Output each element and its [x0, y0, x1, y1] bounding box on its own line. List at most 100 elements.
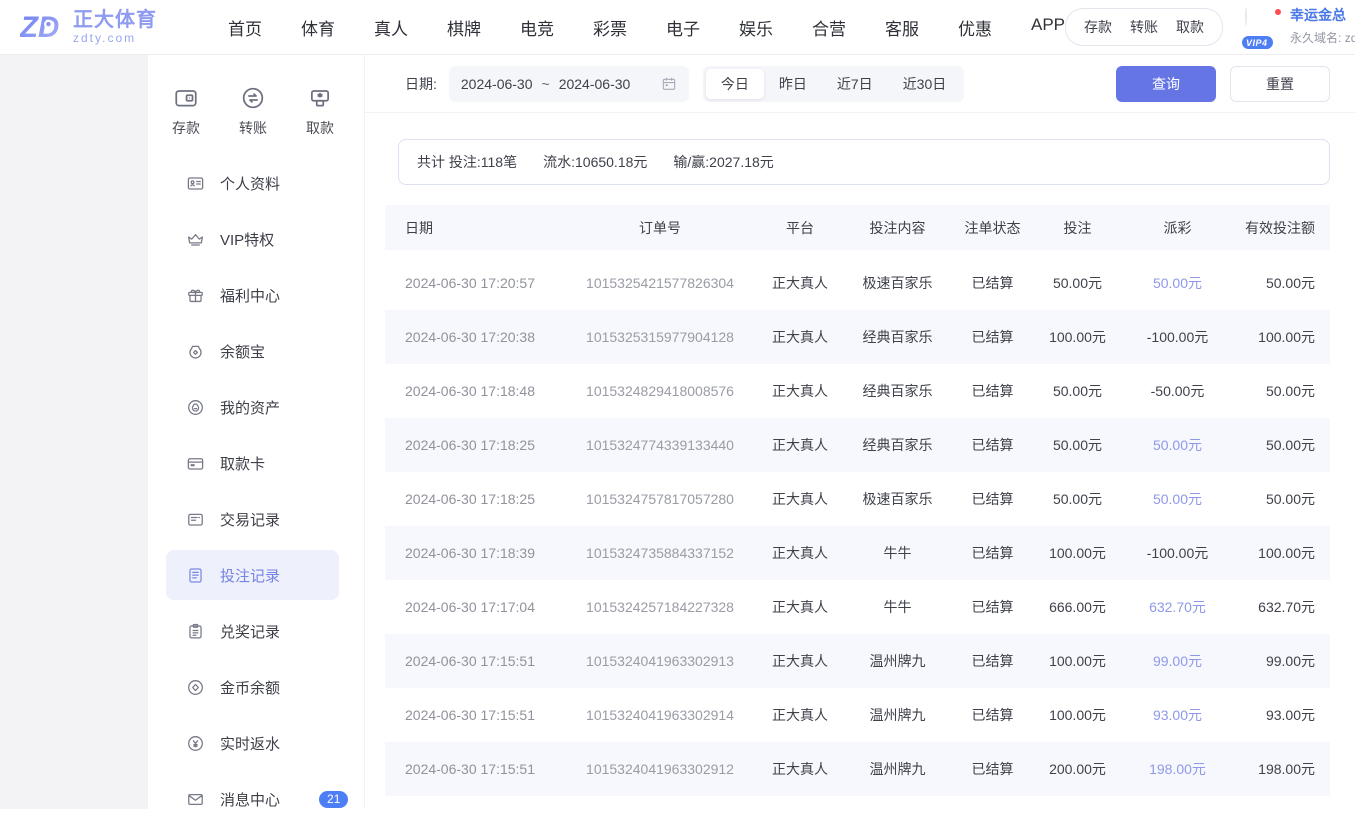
- username[interactable]: 幸运金总: [1290, 5, 1346, 25]
- withdraw-icon: [307, 85, 333, 111]
- sidebar-item[interactable]: 消息中心21: [148, 771, 364, 827]
- wallet-pill: 存款转账取款: [1065, 8, 1223, 46]
- cell-bet-amount: 100.00元: [1035, 327, 1120, 347]
- sidebar: 存款转账取款 个人资料 VIP特权福利中心余额宝我的资产取款卡交易记录投注记录兑奖…: [148, 55, 365, 809]
- date-from-value: 2024-06-30: [461, 76, 533, 92]
- sidebar-item[interactable]: 福利中心: [148, 267, 364, 323]
- range-button[interactable]: 今日: [706, 69, 764, 99]
- column-header: 投注: [1035, 218, 1120, 238]
- sidebar-item[interactable]: 余额宝: [148, 323, 364, 379]
- range-button[interactable]: 昨日: [764, 69, 822, 99]
- nav-item[interactable]: 体育: [301, 15, 335, 40]
- wallet-action[interactable]: 存款: [1084, 17, 1112, 37]
- cell-bet-amount: 200.00元: [1035, 759, 1120, 779]
- cell-valid-bet: 50.00元: [1235, 489, 1330, 509]
- sidebar-item[interactable]: 兑奖记录: [148, 603, 364, 659]
- sidebar-item[interactable]: 个人资料: [148, 155, 364, 211]
- cell-date: 2024-06-30 17:18:39: [385, 545, 565, 561]
- sidebar-item-label: 个人资料: [220, 173, 280, 194]
- asset-icon: [186, 398, 205, 417]
- list-icon: [186, 510, 205, 529]
- nav-item[interactable]: 合营: [812, 15, 846, 40]
- quick-action[interactable]: 存款: [172, 85, 200, 147]
- table-row: 2024-06-30 17:15:511015324041963302914正大…: [385, 688, 1330, 742]
- cell-payout: -50.00元: [1120, 381, 1235, 401]
- quick-action-label: 取款: [306, 118, 334, 138]
- quick-range-group: 今日昨日近7日近30日: [703, 66, 964, 102]
- nav-item[interactable]: 优惠: [958, 15, 992, 40]
- notification-dot: [1274, 8, 1282, 16]
- cell-bet-amount: 100.00元: [1035, 651, 1120, 671]
- nav-item[interactable]: 电子: [666, 15, 700, 40]
- cell-date: 2024-06-30 17:17:04: [385, 599, 565, 615]
- cell-valid-bet: 632.70元: [1235, 597, 1330, 617]
- nav-item[interactable]: 真人: [374, 15, 408, 40]
- sidebar-quick-actions: 存款转账取款: [148, 85, 364, 147]
- bankcard-icon: [186, 454, 205, 473]
- nav-item[interactable]: 娱乐: [739, 15, 773, 40]
- cell-platform: 正大真人: [755, 273, 845, 293]
- nav-item[interactable]: 电竞: [520, 15, 554, 40]
- range-button[interactable]: 近30日: [888, 69, 962, 99]
- nav-item[interactable]: APP: [1031, 15, 1065, 40]
- date-range-input[interactable]: 2024-06-30 ~ 2024-06-30: [449, 66, 689, 102]
- cell-platform: 正大真人: [755, 705, 845, 725]
- sidebar-item[interactable]: 金币余额: [148, 659, 364, 715]
- cell-date: 2024-06-30 17:20:57: [385, 275, 565, 291]
- cell-payout: 50.00元: [1120, 489, 1235, 509]
- cell-order-no: 1015324829418008576: [565, 383, 755, 399]
- date-separator: ~: [542, 76, 550, 92]
- sidebar-item[interactable]: 交易记录: [148, 491, 364, 547]
- table-row: 2024-06-30 17:15:511015324041963302912正大…: [385, 742, 1330, 796]
- site-logo[interactable]: ZD 正大体育 zdty.com: [20, 8, 206, 46]
- sidebar-item-label: 实时返水: [220, 733, 280, 754]
- cell-valid-bet: 198.00元: [1235, 759, 1330, 779]
- calendar-icon: [661, 76, 677, 92]
- nav-item[interactable]: 棋牌: [447, 15, 481, 40]
- summary-winloss: 输/赢:2027.18元: [673, 152, 773, 172]
- sidebar-item-label: 取款卡: [220, 453, 265, 474]
- sidebar-item[interactable]: VIP特权: [148, 211, 364, 267]
- wallet-action[interactable]: 取款: [1176, 17, 1204, 37]
- sidebar-item-label: 福利中心: [220, 285, 280, 306]
- cell-bet-content: 极速百家乐: [845, 489, 950, 509]
- range-button[interactable]: 近7日: [822, 69, 888, 99]
- cell-bet-content: 经典百家乐: [845, 381, 950, 401]
- nav-item[interactable]: 彩票: [593, 15, 627, 40]
- cell-date: 2024-06-30 17:18:25: [385, 491, 565, 507]
- reset-button[interactable]: 重置: [1230, 66, 1330, 102]
- transfer-icon: [240, 85, 266, 111]
- user-block[interactable]: VIP4 幸运金总 总资产: 永久域名: zdty.com: [1245, 5, 1355, 49]
- cell-valid-bet: 50.00元: [1235, 381, 1330, 401]
- mail-icon: [186, 790, 205, 809]
- sidebar-item[interactable]: 投注记录: [166, 550, 339, 600]
- cell-order-no: 1015324735884337152: [565, 545, 755, 561]
- sidebar-item-label: 余额宝: [220, 341, 265, 362]
- page-layout: 存款转账取款 个人资料 VIP特权福利中心余额宝我的资产取款卡交易记录投注记录兑奖…: [0, 55, 1355, 809]
- quick-action[interactable]: 取款: [306, 85, 334, 147]
- wallet-action[interactable]: 转账: [1130, 17, 1158, 37]
- nav-item[interactable]: 首页: [228, 15, 262, 40]
- wallet-icon: [173, 85, 199, 111]
- summary-turnover: 流水:10650.18元: [543, 152, 647, 172]
- sidebar-item[interactable]: 我的资产: [148, 379, 364, 435]
- permanent-domain-note: 永久域名: zdty.com: [1290, 31, 1355, 45]
- header-right: 存款转账取款 VIP4 幸运金总 总资产: 永久域名: zdty.com: [1065, 5, 1355, 49]
- sidebar-item[interactable]: 取款卡: [148, 435, 364, 491]
- cell-date: 2024-06-30 17:18:25: [385, 437, 565, 453]
- cell-bet-amount: 50.00元: [1035, 273, 1120, 293]
- cell-payout: 99.00元: [1120, 651, 1235, 671]
- search-button[interactable]: 查询: [1116, 66, 1216, 102]
- sidebar-item-label: 消息中心: [220, 789, 280, 810]
- avatar[interactable]: VIP4: [1245, 8, 1281, 46]
- cell-platform: 正大真人: [755, 435, 845, 455]
- cell-payout: 198.00元: [1120, 759, 1235, 779]
- cell-order-no: 1015324757817057280: [565, 491, 755, 507]
- sidebar-item-label: 兑奖记录: [220, 621, 280, 642]
- table-body: 2024-06-30 17:20:571015325421577826304正大…: [385, 256, 1330, 796]
- sidebar-item[interactable]: 实时返水: [148, 715, 364, 771]
- nav-item[interactable]: 客服: [885, 15, 919, 40]
- logo-text: 正大体育 zdty.com: [73, 9, 157, 45]
- quick-action[interactable]: 转账: [239, 85, 267, 147]
- table-header-row: 日期订单号平台投注内容注单状态投注派彩有效投注额: [385, 205, 1330, 250]
